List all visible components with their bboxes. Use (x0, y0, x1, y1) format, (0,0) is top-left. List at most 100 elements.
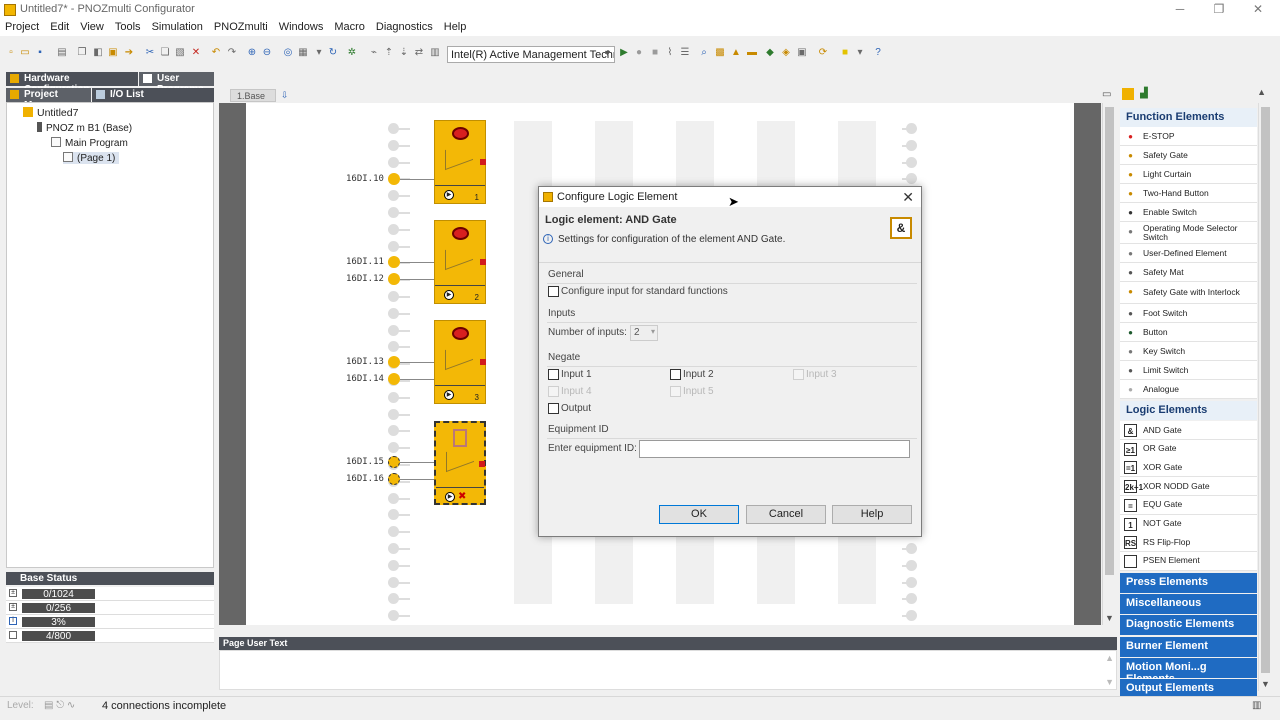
play-icon[interactable]: ▶ (445, 492, 455, 502)
function-element-item[interactable]: ● Button (1120, 323, 1257, 342)
standard-functions-checkbox[interactable] (548, 286, 559, 297)
cancel-button[interactable]: Cancel (746, 505, 826, 524)
close-button[interactable]: ✕ (1238, 2, 1278, 18)
input-terminal[interactable] (388, 173, 400, 185)
print-icon[interactable]: ▤ (57, 47, 67, 59)
connect-icon[interactable]: ⌁ (369, 47, 379, 59)
menu-pnozmulti[interactable]: PNOZmulti (209, 20, 274, 33)
note-dropdown-icon[interactable]: ▾ (855, 47, 865, 59)
tab-hardware-configuration[interactable]: Hardware Configuration (6, 72, 138, 95)
maximize-pane-icon[interactable]: ▭ (1102, 89, 1111, 100)
tree-node-base[interactable]: PNOZ m B1 (Base) (37, 122, 132, 134)
right-panel-scrollbar[interactable]: ▼ (1258, 103, 1272, 691)
section-collapsed[interactable]: Burner Element (1120, 636, 1257, 657)
zoom-out-icon[interactable]: ⊖ (262, 47, 272, 59)
menu-windows[interactable]: Windows (274, 20, 330, 33)
logic-element-item[interactable]: = EQU Gate (1120, 495, 1257, 515)
estop-block[interactable]: ▶ 2 (434, 220, 486, 304)
function-element-item[interactable]: ● E-STOP (1120, 127, 1257, 146)
list-icon[interactable]: ☰ (680, 47, 690, 59)
input-terminal[interactable] (388, 373, 400, 385)
tree-node-project[interactable]: Untitled7 (23, 107, 78, 119)
zoom-fit-icon[interactable]: ◎ (283, 47, 293, 59)
section-collapsed[interactable]: Motion Moni...g Elements (1120, 657, 1257, 685)
function-element-item[interactable]: ● Two-Hand Button (1120, 184, 1257, 203)
stop-icon[interactable]: ■ (650, 47, 660, 59)
compare-icon[interactable]: ◧ (93, 47, 103, 59)
upload-icon[interactable]: ⇡ (384, 47, 394, 59)
signal-icon[interactable]: ⌇ (665, 47, 675, 59)
ok-button[interactable]: OK (659, 505, 739, 524)
tool-b-icon[interactable]: ▲ (731, 47, 741, 59)
menu-help[interactable]: Help (439, 20, 473, 33)
chevron-down-icon[interactable]: ▼ (1105, 677, 1114, 687)
section-collapsed[interactable]: Diagnostic Elements (1120, 615, 1257, 636)
scroll-thumb[interactable] (1261, 107, 1270, 673)
function-element-item[interactable]: ● Operating Mode Selector Switch (1120, 222, 1257, 244)
tool-f-icon[interactable]: ▣ (797, 47, 807, 59)
section-logic-elements[interactable]: Logic Elements (1120, 401, 1257, 420)
start-icon[interactable]: ▶ (619, 47, 629, 59)
save-icon[interactable]: ▪ (35, 47, 45, 59)
minimize-button[interactable]: ─ (1160, 2, 1200, 18)
cut-icon[interactable]: ✂ (145, 47, 155, 59)
lock-icon[interactable]: ▣ (108, 47, 118, 59)
zoom-in-icon[interactable]: ⊕ (247, 47, 257, 59)
rotate-icon[interactable]: ↻ (328, 47, 338, 59)
settings-icon[interactable]: ✲ (347, 47, 357, 59)
tool-d-icon[interactable]: ◆ (765, 47, 775, 59)
editor-tab-page[interactable]: 1.Base ✕ (230, 89, 276, 111)
connection-select[interactable]: Intel(R) Active Management Techn ▼ (447, 46, 615, 63)
maximize-button[interactable]: ❐ (1199, 2, 1239, 18)
chevron-down-icon[interactable]: ▼ (1105, 613, 1114, 623)
menu-edit[interactable]: Edit (45, 20, 75, 33)
chart-icon[interactable]: ▟ (1140, 88, 1152, 100)
new-icon[interactable]: ▫ (6, 47, 16, 59)
grid-icon[interactable]: ▦ (298, 47, 308, 59)
play-icon[interactable]: ▶ (444, 390, 454, 400)
copy-project-icon[interactable]: ❐ (77, 47, 87, 59)
input-terminal[interactable] (388, 456, 400, 468)
play-icon[interactable]: ▶ (444, 290, 454, 300)
input-terminal[interactable] (388, 356, 400, 368)
collapse-icon[interactable]: ▲ (1257, 87, 1266, 97)
section-collapsed[interactable]: Press Elements (1120, 572, 1257, 593)
editor-scrollbar[interactable]: ▼ (1102, 103, 1116, 625)
close-icon[interactable]: ✕ (902, 189, 914, 206)
splitter[interactable] (219, 626, 1117, 636)
chevron-up-icon[interactable]: ▲ (1105, 653, 1114, 663)
logic-element-item[interactable]: RS RS Flip-Flop (1120, 533, 1257, 553)
paste-icon[interactable]: ▧ (175, 47, 185, 59)
function-element-item[interactable]: ● Safety Mat (1120, 263, 1257, 282)
tool-icon[interactable] (1122, 88, 1134, 100)
open-icon[interactable]: ▭ (20, 47, 30, 59)
function-element-item[interactable]: ● Limit Switch (1120, 361, 1257, 380)
tool-c-icon[interactable]: ▬ (747, 47, 757, 59)
tool-a-icon[interactable]: ▩ (715, 47, 725, 59)
negate-output-checkbox[interactable] (548, 403, 559, 414)
delete-icon[interactable]: ✕ (191, 47, 201, 59)
negate-input-1-checkbox[interactable] (548, 369, 559, 380)
equipment-id-input[interactable] (639, 440, 910, 458)
function-element-item[interactable]: ● Analogue (1120, 380, 1257, 399)
num-inputs-select[interactable]: 2 ▾ (630, 325, 658, 341)
menu-diagnostics[interactable]: Diagnostics (371, 20, 439, 33)
transfer-icon[interactable]: ⇄ (414, 47, 424, 59)
function-element-item[interactable]: ● Safety Gate (1120, 146, 1257, 165)
function-element-item[interactable]: ● Light Curtain (1120, 165, 1257, 184)
estop-block[interactable]: ▶ 3 (434, 320, 486, 404)
negate-input-4-checkbox[interactable] (548, 386, 559, 397)
logic-element-item[interactable]: 2k+1 XOR NODD Gate (1120, 477, 1257, 497)
export-icon[interactable]: ➔ (124, 47, 134, 59)
section-function-elements[interactable]: Function Elements (1120, 108, 1257, 127)
function-element-item[interactable]: ● Foot Switch (1120, 304, 1257, 323)
menu-simulation[interactable]: Simulation (147, 20, 209, 33)
logic-element-item[interactable]: 1 NOT Gate (1120, 514, 1257, 534)
menu-macro[interactable]: Macro (329, 20, 371, 33)
search-icon[interactable]: ⌕ (699, 47, 709, 59)
input-terminal[interactable] (388, 273, 400, 285)
chevron-down-icon[interactable]: ▼ (1261, 679, 1270, 689)
tab-menu-icon[interactable]: ⇩ (281, 90, 289, 101)
refresh-icon[interactable]: ⟳ (818, 47, 828, 59)
function-element-item[interactable]: ● User-Defined Element (1120, 244, 1257, 263)
